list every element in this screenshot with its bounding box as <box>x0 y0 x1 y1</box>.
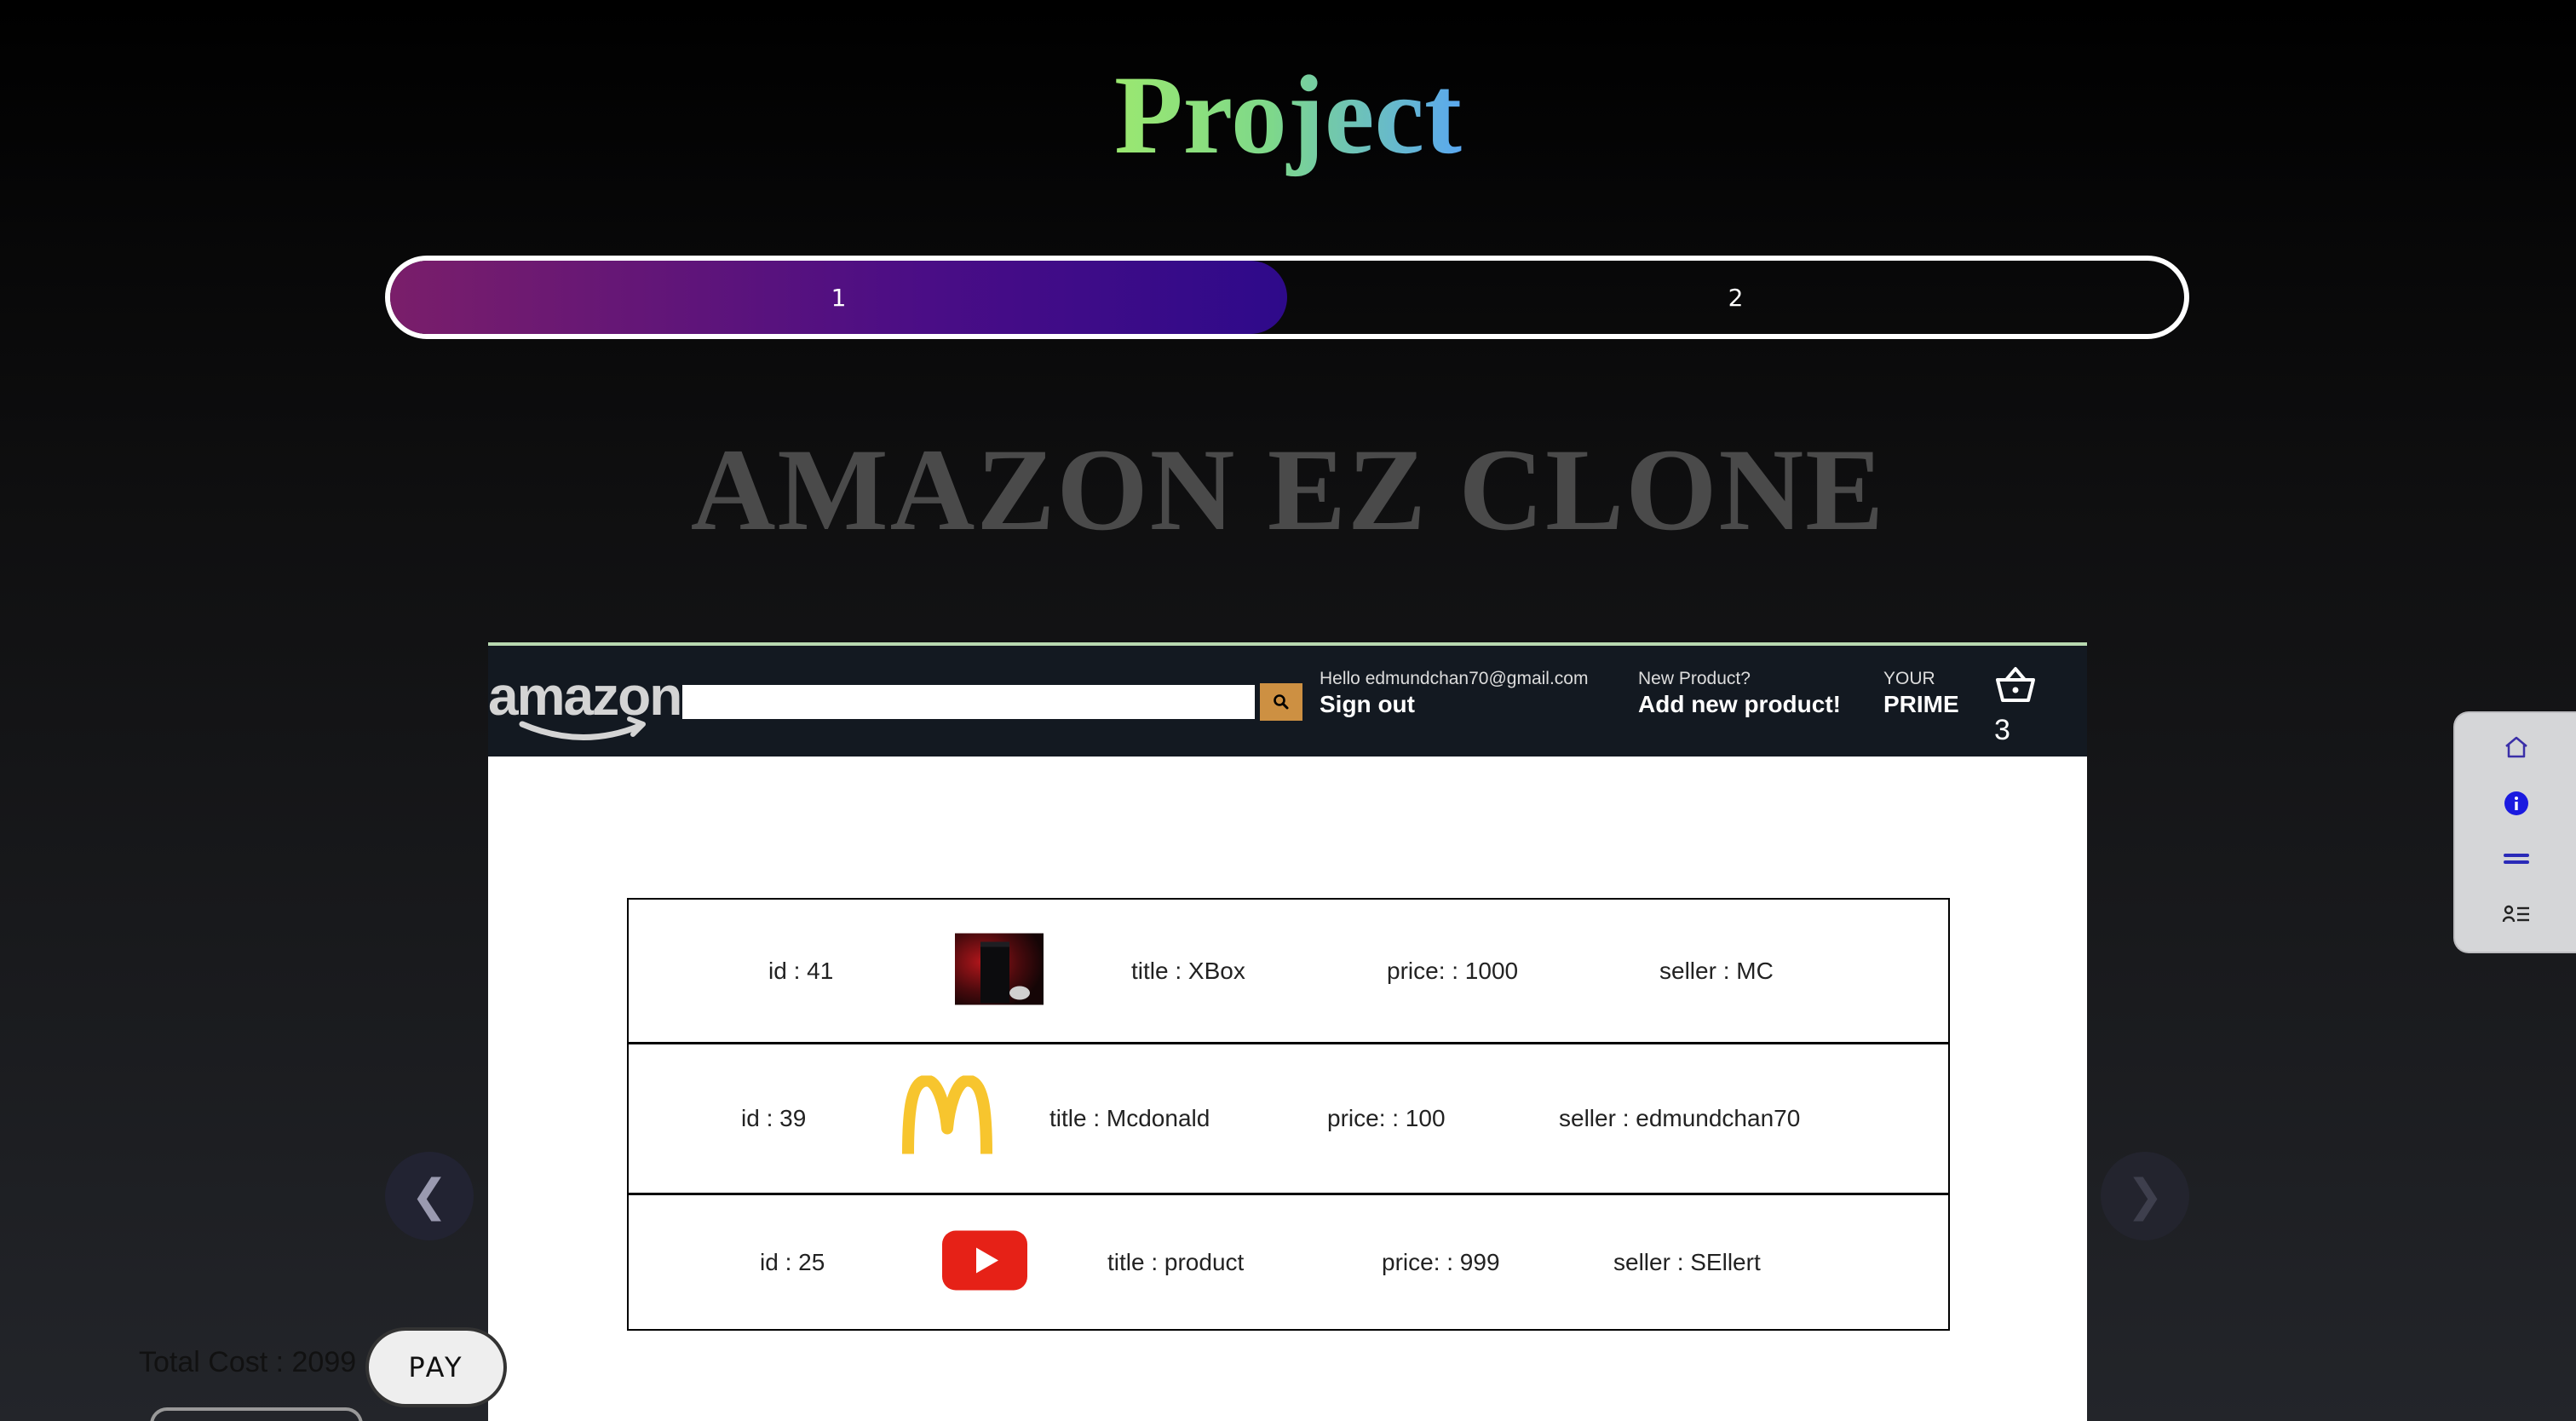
product-price: price: : 999 <box>1382 1248 1500 1275</box>
user-list-button[interactable] <box>2498 899 2535 929</box>
mcdonalds-logo <box>902 1074 992 1154</box>
prime-option[interactable]: YOUR PRIME <box>1883 668 1959 719</box>
cart-table: id : 41 title : XBox price: : 1000 selle… <box>627 898 1950 1331</box>
product-id: id : 25 <box>760 1248 825 1275</box>
xbox-image <box>955 933 1044 1004</box>
amazon-smile-icon <box>519 716 646 740</box>
section-heading: AMAZON EZ CLONE <box>690 424 1886 555</box>
secondary-button-partial[interactable] <box>150 1407 363 1421</box>
progress-stepper: 1 2 <box>385 256 2189 339</box>
basket-button[interactable]: 3 <box>1994 666 2045 751</box>
step-2[interactable]: 2 <box>1287 261 2184 334</box>
amazon-clone-preview: amazon Hello edmundchan70@gmail.com Sign… <box>488 642 2087 1421</box>
sign-out-option[interactable]: Hello edmundchan70@gmail.com Sign out <box>1320 668 1588 719</box>
carousel-next-button[interactable]: ❯ <box>2101 1152 2189 1240</box>
skillshare-button[interactable] <box>2498 844 2535 875</box>
step-1[interactable]: 1 <box>390 261 1287 334</box>
product-price: price: : 100 <box>1327 1105 1446 1131</box>
basket-icon <box>1996 667 2035 702</box>
add-product-option[interactable]: New Product? Add new product! <box>1638 668 1841 719</box>
amazon-header: amazon Hello edmundchan70@gmail.com Sign… <box>488 646 2087 757</box>
add-product-link[interactable]: Add new product! <box>1638 690 1841 719</box>
table-row: id : 25 title : product price: : 999 sel… <box>629 1195 1948 1329</box>
product-title: title : XBox <box>1131 957 1245 984</box>
basket-count: 3 <box>1994 714 2010 746</box>
new-product-label: New Product? <box>1638 669 1751 688</box>
amazon-logo[interactable]: amazon <box>488 666 682 743</box>
product-price: price: : 1000 <box>1387 957 1519 984</box>
product-seller: seller : SEllert <box>1613 1248 1761 1275</box>
info-icon <box>2504 791 2528 815</box>
product-title: title : Mcdonald <box>1049 1105 1210 1131</box>
sign-out-link[interactable]: Sign out <box>1320 690 1588 719</box>
home-icon <box>2505 736 2527 758</box>
product-image-youtube <box>940 1228 1029 1296</box>
product-id: id : 41 <box>768 957 834 984</box>
search-input[interactable] <box>682 685 1255 719</box>
carousel-prev-button[interactable]: ❮ <box>385 1152 474 1240</box>
prime-small-label: YOUR <box>1883 669 1935 688</box>
search-icon <box>1274 694 1289 710</box>
user-list-icon <box>2502 905 2529 923</box>
table-row: id : 41 title : XBox price: : 1000 selle… <box>629 900 1948 1044</box>
total-cost: Total Cost : 2099 <box>139 1346 357 1378</box>
pay-button[interactable]: PAY <box>365 1327 507 1407</box>
product-id: id : 39 <box>741 1105 807 1131</box>
home-button[interactable] <box>2498 732 2535 762</box>
product-image-mcdonalds <box>901 1074 993 1162</box>
product-seller: seller : edmundchan70 <box>1559 1105 1801 1131</box>
search-button[interactable] <box>1260 683 1302 721</box>
table-row: id : 39 title : Mcdonald price: : 100 se… <box>629 1044 1948 1195</box>
greeting-text: Hello edmundchan70@gmail.com <box>1320 669 1589 688</box>
side-toolbar <box>2453 711 2576 953</box>
product-image-xbox <box>955 933 1044 1009</box>
page-title: Project <box>1114 52 1462 177</box>
info-button[interactable] <box>2498 788 2535 819</box>
skillshare-icon <box>2504 854 2529 864</box>
youtube-logo <box>942 1230 1027 1290</box>
product-title: title : product <box>1107 1248 1245 1275</box>
product-seller: seller : MC <box>1659 957 1774 984</box>
prime-label: PRIME <box>1883 691 1959 717</box>
